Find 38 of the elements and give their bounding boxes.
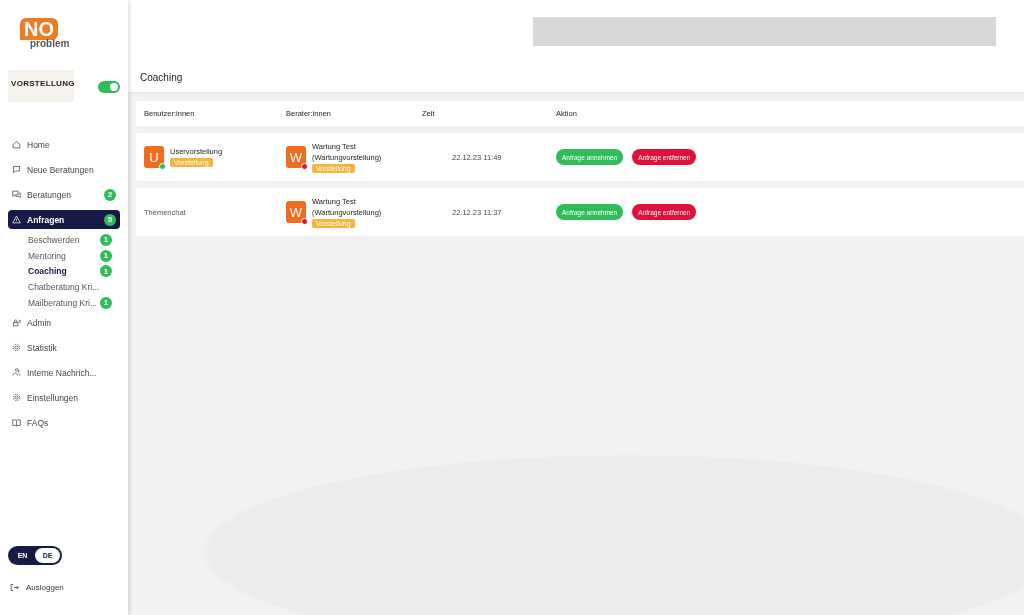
people-icon — [12, 368, 21, 378]
count-badge: 1 — [100, 249, 112, 262]
nav-subitem[interactable]: Beschwerden 1 — [28, 232, 112, 248]
chat-bubble-icon — [12, 165, 21, 174]
nav-subitem[interactable]: Coaching 1 — [28, 263, 112, 280]
nav-item[interactable]: Neue Beratungen — [8, 157, 120, 182]
nav-item[interactable]: Statistik — [8, 335, 120, 361]
page-title: Coaching — [140, 71, 183, 83]
logout-icon — [10, 583, 19, 592]
avatar: W — [286, 146, 306, 168]
nav-item[interactable]: Einstellungen — [8, 385, 120, 411]
nav-item[interactable]: Admin — [8, 310, 120, 336]
avatar: U — [144, 146, 164, 168]
warning-icon — [12, 215, 21, 224]
count-badge: 5 — [104, 213, 116, 226]
count-badge: 2 — [104, 188, 116, 201]
logo: NO problem — [20, 18, 72, 54]
count-badge: 1 — [100, 233, 112, 246]
nav-item[interactable]: Beratungen 2 — [8, 182, 120, 207]
nav-subitem[interactable]: Mailberatung Kri... 1 — [28, 294, 112, 311]
home-icon — [12, 140, 21, 149]
agency-logo: VORSTELLUNG — [8, 70, 74, 104]
lock-person-icon — [12, 318, 21, 328]
book-icon — [12, 418, 21, 428]
nav-item[interactable]: FAQs — [8, 410, 120, 436]
nav-subitem[interactable]: Mentoring 1 — [28, 247, 112, 264]
logout-link[interactable]: Ausloggen — [26, 583, 64, 592]
avatar: W — [286, 201, 306, 223]
count-badge: 1 — [100, 296, 112, 309]
nav-item[interactable]: Home — [8, 132, 120, 157]
nav-item[interactable]: Interne Nachrich... — [8, 360, 120, 386]
count-badge: 1 — [100, 265, 112, 278]
nav-item[interactable]: Anfragen 5 — [8, 210, 120, 229]
chat-icon — [12, 190, 21, 199]
gear-icon — [12, 343, 21, 353]
nav-subitem[interactable]: Chatberatung Kri... — [28, 279, 112, 295]
online-toggle[interactable] — [98, 81, 120, 93]
gear-icon — [12, 393, 21, 403]
